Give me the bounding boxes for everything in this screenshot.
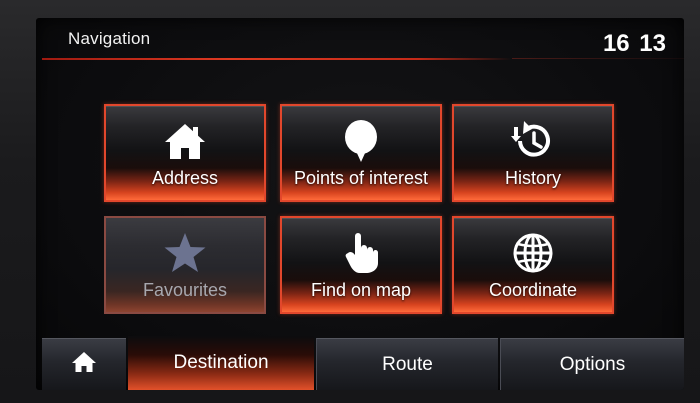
history-label: History	[504, 168, 561, 188]
history-tile[interactable]: History	[452, 104, 614, 202]
tab-options-label: Options	[559, 353, 626, 375]
star-icon	[161, 232, 209, 274]
header-bar: Navigation 16 13	[36, 18, 684, 60]
globe-icon	[509, 232, 557, 274]
display-bezel: Navigation 16 13 Address Points of inter…	[0, 0, 700, 403]
find-on-map-label: Find on map	[310, 280, 412, 300]
points-of-interest-label: Points of interest	[293, 168, 429, 188]
header-divider	[42, 58, 512, 60]
clock: 16 13	[602, 30, 666, 57]
location-pin-icon	[337, 120, 385, 162]
header-divider-fade	[512, 58, 684, 59]
coordinate-tile[interactable]: Coordinate	[452, 216, 614, 314]
tab-route-label: Route	[382, 353, 433, 375]
favourites-label: Favourites	[142, 280, 228, 300]
tab-destination-label: Destination	[173, 352, 269, 373]
tab-options[interactable]: Options	[500, 338, 684, 390]
hand-pointer-icon	[337, 232, 385, 274]
home-icon	[161, 120, 209, 162]
points-of-interest-tile[interactable]: Points of interest	[280, 104, 442, 202]
address-label: Address	[151, 168, 219, 188]
address-tile[interactable]: Address	[104, 104, 266, 202]
bottom-tab-bar: Destination Route Options	[36, 336, 684, 390]
home-icon	[71, 351, 97, 379]
home-button[interactable]	[42, 338, 126, 390]
favourites-tile[interactable]: Favourites	[104, 216, 266, 314]
page-title: Navigation	[68, 29, 151, 48]
tab-destination[interactable]: Destination	[128, 336, 314, 390]
navigation-screen: Navigation 16 13 Address Points of inter…	[36, 18, 684, 390]
history-clock-icon	[509, 120, 557, 162]
find-on-map-tile[interactable]: Find on map	[280, 216, 442, 314]
coordinate-label: Coordinate	[488, 280, 578, 300]
tab-route[interactable]: Route	[316, 338, 498, 390]
